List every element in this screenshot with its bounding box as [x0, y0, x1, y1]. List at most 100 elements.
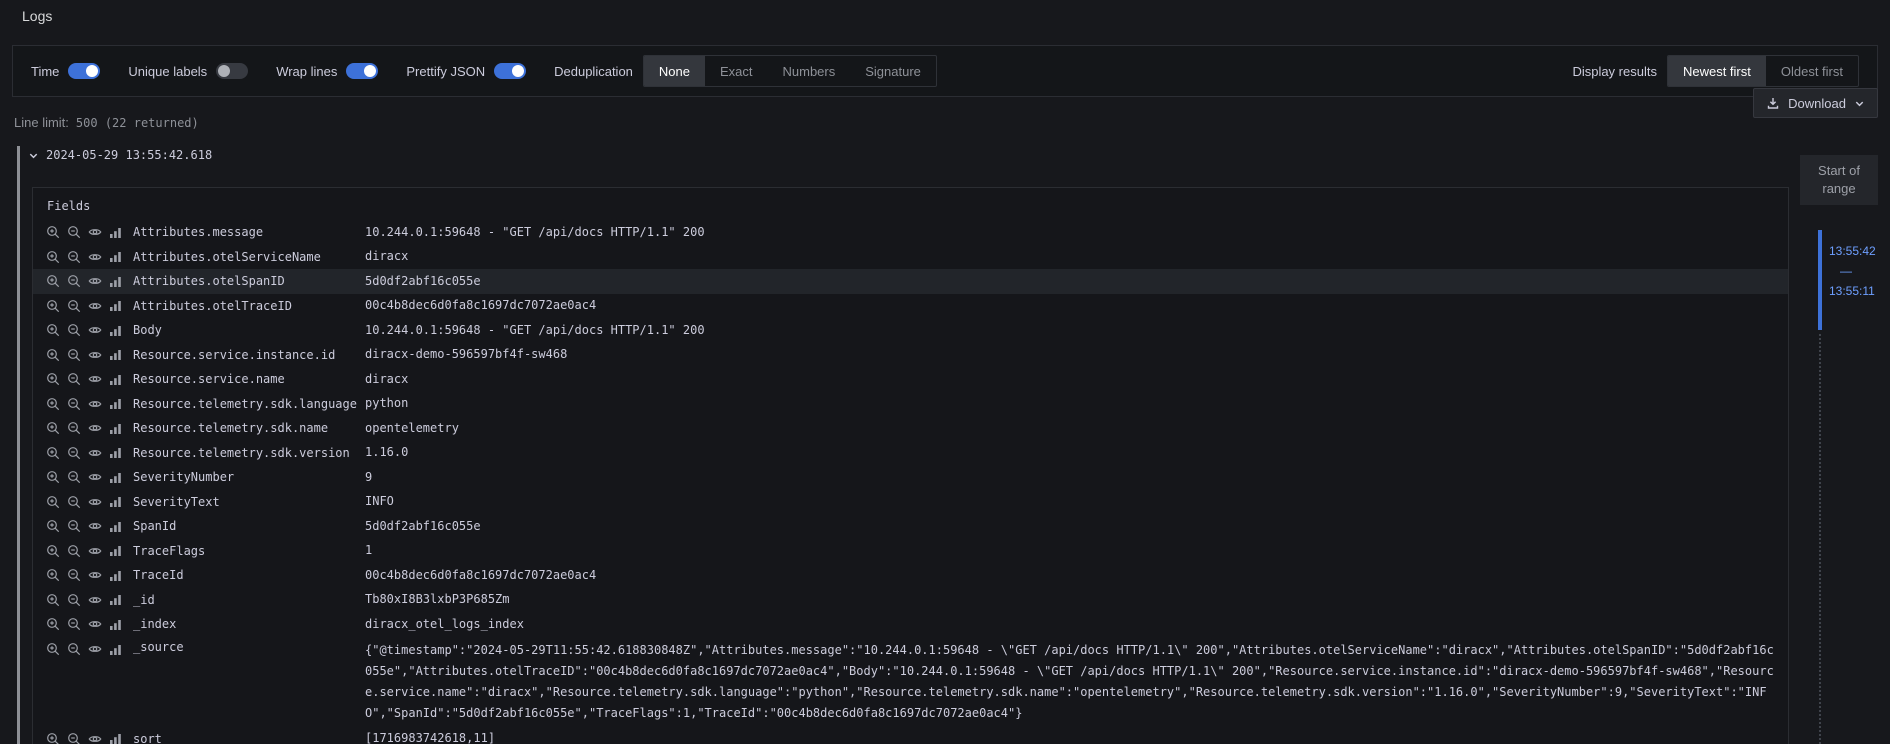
display-results-option-newest-first[interactable]: Newest first: [1668, 56, 1766, 86]
search-plus-icon[interactable]: [45, 543, 60, 558]
search-minus-icon[interactable]: [66, 445, 81, 460]
stats-icon[interactable]: [108, 494, 123, 509]
deduplication-option-exact[interactable]: Exact: [705, 56, 768, 86]
download-button[interactable]: Download: [1753, 88, 1878, 118]
toggle-unique-labels[interactable]: [216, 63, 248, 79]
eye-icon[interactable]: [87, 225, 102, 240]
eye-icon[interactable]: [87, 347, 102, 362]
search-plus-icon[interactable]: [45, 519, 60, 534]
stats-icon[interactable]: [108, 323, 123, 338]
eye-icon[interactable]: [87, 421, 102, 436]
eye-icon[interactable]: [87, 519, 102, 534]
search-minus-icon[interactable]: [66, 274, 81, 289]
field-row-sort[interactable]: sort [1716983742618,11]: [33, 727, 1788, 744]
search-minus-icon[interactable]: [66, 731, 81, 744]
field-row-resource-service-name[interactable]: Resource.service.name diracx: [33, 367, 1788, 392]
eye-icon[interactable]: [87, 568, 102, 583]
search-plus-icon[interactable]: [45, 617, 60, 632]
eye-icon[interactable]: [87, 543, 102, 558]
search-plus-icon[interactable]: [45, 225, 60, 240]
field-row-attributes-oteltraceid[interactable]: Attributes.otelTraceID 00c4b8dec6d0fa8c1…: [33, 294, 1788, 319]
field-row-resource-telemetry-sdk-language[interactable]: Resource.telemetry.sdk.language python: [33, 392, 1788, 417]
search-plus-icon[interactable]: [45, 347, 60, 362]
field-row-resource-telemetry-sdk-name[interactable]: Resource.telemetry.sdk.name opentelemetr…: [33, 416, 1788, 441]
stats-icon[interactable]: [108, 372, 123, 387]
search-minus-icon[interactable]: [66, 617, 81, 632]
search-plus-icon[interactable]: [45, 298, 60, 313]
search-plus-icon[interactable]: [45, 494, 60, 509]
stats-icon[interactable]: [108, 298, 123, 313]
stats-icon[interactable]: [108, 347, 123, 362]
search-minus-icon[interactable]: [66, 519, 81, 534]
field-row-severitytext[interactable]: SeverityText INFO: [33, 490, 1788, 515]
field-row-attributes-otelservicename[interactable]: Attributes.otelServiceName diracx: [33, 245, 1788, 270]
field-row-spanid[interactable]: SpanId 5d0df2abf16c055e: [33, 514, 1788, 539]
log-row-header[interactable]: 2024-05-29 13:55:42.618: [28, 146, 212, 164]
field-row-severitynumber[interactable]: SeverityNumber 9: [33, 465, 1788, 490]
field-row-traceflags[interactable]: TraceFlags 1: [33, 539, 1788, 564]
search-minus-icon[interactable]: [66, 323, 81, 338]
eye-icon[interactable]: [87, 494, 102, 509]
collapse-chevron-icon[interactable]: [28, 150, 39, 161]
search-plus-icon[interactable]: [45, 445, 60, 460]
deduplication-option-none[interactable]: None: [644, 56, 705, 86]
search-minus-icon[interactable]: [66, 494, 81, 509]
stats-icon[interactable]: [108, 470, 123, 485]
search-plus-icon[interactable]: [45, 470, 60, 485]
search-plus-icon[interactable]: [45, 731, 60, 744]
stats-icon[interactable]: [108, 274, 123, 289]
eye-icon[interactable]: [87, 249, 102, 264]
eye-icon[interactable]: [87, 642, 102, 657]
stats-icon[interactable]: [108, 396, 123, 411]
field-row-traceid[interactable]: TraceId 00c4b8dec6d0fa8c1697dc7072ae0ac4: [33, 563, 1788, 588]
timeline-range-bar[interactable]: [1818, 230, 1822, 330]
field-row--source[interactable]: _source {"@timestamp":"2024-05-29T11:55:…: [33, 637, 1788, 727]
eye-icon[interactable]: [87, 323, 102, 338]
search-minus-icon[interactable]: [66, 592, 81, 607]
field-row--index[interactable]: _index diracx_otel_logs_index: [33, 612, 1788, 637]
deduplication-option-signature[interactable]: Signature: [850, 56, 936, 86]
eye-icon[interactable]: [87, 592, 102, 607]
search-minus-icon[interactable]: [66, 249, 81, 264]
eye-icon[interactable]: [87, 298, 102, 313]
search-plus-icon[interactable]: [45, 568, 60, 583]
eye-icon[interactable]: [87, 372, 102, 387]
search-plus-icon[interactable]: [45, 249, 60, 264]
field-row-attributes-message[interactable]: Attributes.message 10.244.0.1:59648 - "G…: [33, 220, 1788, 245]
search-plus-icon[interactable]: [45, 592, 60, 607]
search-minus-icon[interactable]: [66, 225, 81, 240]
search-plus-icon[interactable]: [45, 396, 60, 411]
search-plus-icon[interactable]: [45, 323, 60, 338]
search-minus-icon[interactable]: [66, 396, 81, 411]
search-minus-icon[interactable]: [66, 543, 81, 558]
deduplication-option-numbers[interactable]: Numbers: [768, 56, 851, 86]
search-plus-icon[interactable]: [45, 274, 60, 289]
search-plus-icon[interactable]: [45, 372, 60, 387]
search-minus-icon[interactable]: [66, 347, 81, 362]
search-minus-icon[interactable]: [66, 470, 81, 485]
stats-icon[interactable]: [108, 543, 123, 558]
stats-icon[interactable]: [108, 568, 123, 583]
eye-icon[interactable]: [87, 445, 102, 460]
stats-icon[interactable]: [108, 617, 123, 632]
field-row-body[interactable]: Body 10.244.0.1:59648 - "GET /api/docs H…: [33, 318, 1788, 343]
field-row-resource-service-instance-id[interactable]: Resource.service.instance.id diracx-demo…: [33, 343, 1788, 368]
eye-icon[interactable]: [87, 470, 102, 485]
field-row--id[interactable]: _id Tb80xI8B3lxbP3P685Zm: [33, 588, 1788, 613]
eye-icon[interactable]: [87, 617, 102, 632]
stats-icon[interactable]: [108, 731, 123, 744]
eye-icon[interactable]: [87, 731, 102, 744]
stats-icon[interactable]: [108, 592, 123, 607]
stats-icon[interactable]: [108, 642, 123, 657]
stats-icon[interactable]: [108, 225, 123, 240]
field-row-attributes-otelspanid[interactable]: Attributes.otelSpanID 5d0df2abf16c055e: [33, 269, 1788, 294]
search-plus-icon[interactable]: [45, 642, 60, 657]
search-minus-icon[interactable]: [66, 421, 81, 436]
eye-icon[interactable]: [87, 274, 102, 289]
search-minus-icon[interactable]: [66, 642, 81, 657]
toggle-prettify-json[interactable]: [494, 63, 526, 79]
eye-icon[interactable]: [87, 396, 102, 411]
stats-icon[interactable]: [108, 445, 123, 460]
search-minus-icon[interactable]: [66, 372, 81, 387]
search-minus-icon[interactable]: [66, 298, 81, 313]
